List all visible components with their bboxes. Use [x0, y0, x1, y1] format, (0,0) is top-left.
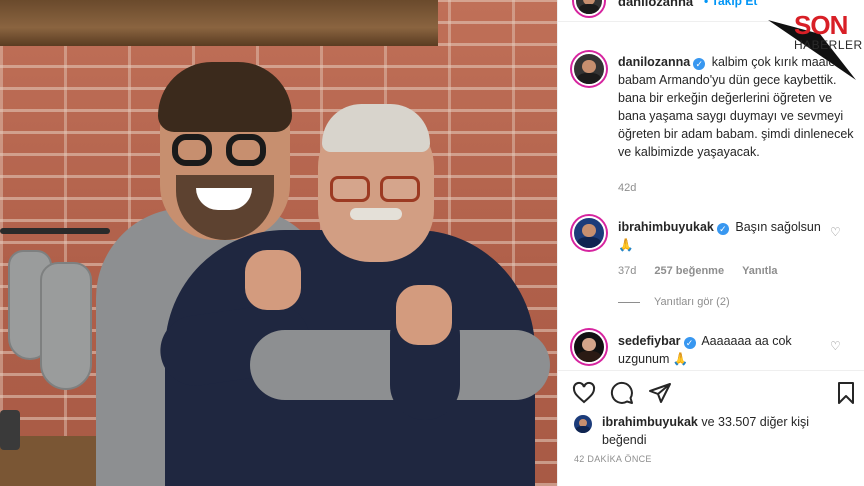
avatar[interactable] [574, 0, 604, 16]
reply-button[interactable]: Yanıtla [742, 265, 777, 277]
view-replies-label[interactable]: Yanıtları gör (2) [654, 296, 730, 308]
heart-icon[interactable]: ♡ [830, 340, 842, 352]
avatar[interactable] [572, 330, 606, 364]
kitchen-rail [0, 228, 110, 234]
comment-meta: 37d 257 beğenme Yanıtla [618, 265, 778, 277]
oven-mitt [40, 262, 92, 390]
right-person-hair [322, 104, 430, 152]
glasses-lens [226, 134, 266, 166]
comment-likes[interactable]: 257 beğenme [654, 265, 724, 277]
verified-icon: ✓ [693, 58, 706, 70]
watermark-logo: SON HABERLER [770, 4, 862, 84]
follow-button[interactable]: • Takip Et [704, 0, 757, 8]
verified-icon: ✓ [683, 337, 696, 349]
avatar[interactable] [572, 52, 606, 86]
mustache [350, 208, 402, 220]
liked-by-username[interactable]: ibrahimbuyukak [602, 415, 698, 429]
glasses-lens [330, 176, 370, 202]
replies-line [618, 301, 640, 303]
header-username[interactable]: danilozanna [618, 0, 693, 9]
comment-username[interactable]: ibrahimbuyukak [618, 220, 714, 234]
glasses-lens [380, 176, 420, 202]
verified-icon: ✓ [716, 223, 729, 235]
fist [396, 285, 452, 345]
avatar[interactable] [574, 415, 592, 433]
glasses-lens [172, 134, 212, 166]
caption-username[interactable]: danilozanna [618, 55, 690, 69]
comment-username[interactable]: sedefiybar [618, 334, 681, 348]
heart-icon[interactable]: ♡ [830, 226, 842, 238]
post-time: 42 DAKİKA ÖNCE [574, 454, 652, 464]
avatar[interactable] [572, 216, 606, 250]
wooden-shelf [0, 0, 438, 46]
watermark-son: SON [794, 10, 848, 40]
comment: ibrahimbuyukak ✓ Başın sağolsun🙏 [618, 218, 828, 254]
heart-icon[interactable] [572, 381, 596, 405]
left-person-hair [158, 62, 292, 132]
post-photo [0, 0, 557, 486]
bookmark-icon[interactable] [834, 381, 858, 405]
caption-time: 42d [618, 182, 637, 194]
view-replies[interactable]: Yanıtları gör (2) [618, 296, 730, 308]
share-icon[interactable] [648, 381, 672, 405]
watermark-haberler: HABERLER [794, 38, 863, 52]
comment-icon[interactable] [610, 381, 634, 405]
pot [0, 410, 20, 450]
action-bar: ibrahimbuyukak ve 33.507 diğer kişi beğe… [558, 370, 864, 474]
fist [245, 250, 301, 310]
comment-time: 37d [618, 265, 637, 277]
liked-by: ibrahimbuyukak ve 33.507 diğer kişi beğe… [602, 413, 852, 449]
comment: sedefiybar ✓ Aaaaaaa aa cok uzgunum 🙏 [618, 332, 828, 368]
